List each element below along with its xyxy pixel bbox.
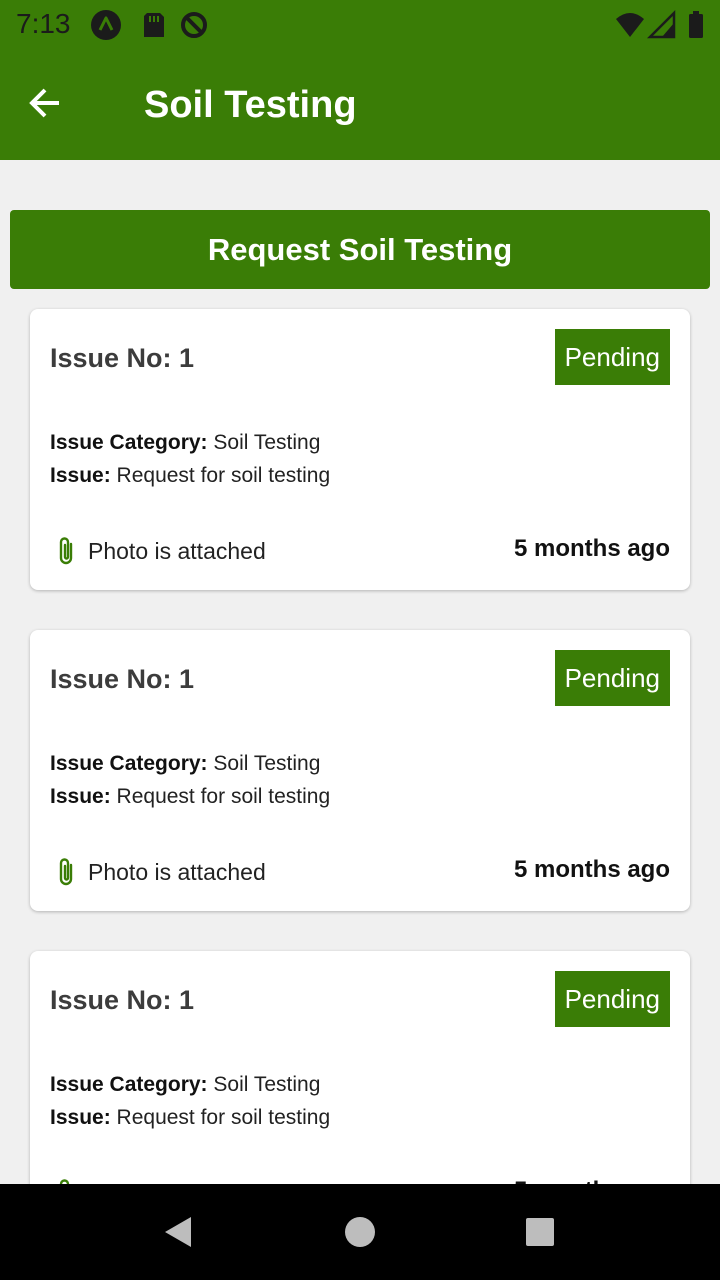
paperclip-icon [59, 858, 73, 886]
issue-category-value: Soil Testing [213, 752, 321, 775]
screen: 7:13 Soil Testing Request Soil Testing I… [0, 0, 720, 1280]
recents-square-icon [526, 1218, 554, 1246]
issue-category-value: Soil Testing [213, 1073, 321, 1096]
wifi-icon [616, 13, 644, 37]
issue-category-value: Soil Testing [213, 431, 321, 454]
arrow-back-icon [29, 88, 59, 118]
back-triangle-icon [165, 1217, 191, 1247]
status-bar: 7:13 [0, 0, 720, 48]
status-time: 7:13 [16, 8, 71, 39]
issue-line: Issue: Request for soil testing [50, 783, 330, 811]
time-ago: 5 months ago [513, 856, 670, 883]
time-ago: 5 months ago [513, 535, 670, 562]
issue-category-label: Issue Category: [50, 431, 208, 454]
issue-value: Request for soil testing [116, 464, 331, 487]
issue-card[interactable]: Issue No: 1 Pending Issue Category: Soil… [30, 630, 690, 911]
system-nav-bar [0, 1184, 720, 1280]
issue-number: Issue No: 1 [50, 985, 195, 1015]
app-bar: Soil Testing [0, 48, 720, 160]
nav-home-button[interactable] [336, 1208, 384, 1256]
nav-back-button[interactable] [155, 1208, 203, 1256]
attachment-text: Photo is attached [88, 538, 266, 564]
issue-label: Issue: [50, 464, 111, 487]
request-soil-testing-button[interactable]: Request Soil Testing [10, 210, 710, 289]
issue-line: Issue: Request for soil testing [50, 462, 330, 490]
attachment-indicator: Photo is attached [54, 856, 266, 888]
battery-icon [689, 11, 703, 38]
issue-number: Issue No: 1 [50, 664, 195, 694]
issue-label: Issue: [50, 785, 111, 808]
paperclip-icon [59, 537, 73, 565]
issue-value: Request for soil testing [116, 1106, 331, 1129]
issue-category-line: Issue Category: Soil Testing [50, 429, 320, 457]
nav-recents-button[interactable] [516, 1208, 564, 1256]
app-a-icon [91, 10, 121, 40]
status-badge: Pending [554, 329, 670, 385]
issue-card[interactable]: Issue No: 1 Pending Issue Category: Soil… [30, 309, 690, 590]
sd-card-icon [144, 13, 164, 37]
issue-label: Issue: [50, 1106, 111, 1129]
issue-category-label: Issue Category: [50, 752, 208, 775]
issue-value: Request for soil testing [116, 785, 331, 808]
page-title: Soil Testing [144, 84, 357, 126]
issue-number: Issue No: 1 [50, 343, 195, 373]
issue-category-label: Issue Category: [50, 1073, 208, 1096]
attachment-text: Photo is attached [88, 859, 266, 885]
issue-category-line: Issue Category: Soil Testing [50, 750, 320, 778]
issue-line: Issue: Request for soil testing [50, 1104, 330, 1132]
sync-disabled-icon [181, 12, 207, 38]
cell-signal-icon [646, 9, 676, 39]
issue-category-line: Issue Category: Soil Testing [50, 1071, 320, 1099]
back-button[interactable] [20, 78, 70, 128]
status-badge: Pending [554, 650, 670, 706]
attachment-indicator: Photo is attached [54, 535, 266, 567]
status-badge: Pending [554, 971, 670, 1027]
home-circle-icon [345, 1217, 375, 1247]
